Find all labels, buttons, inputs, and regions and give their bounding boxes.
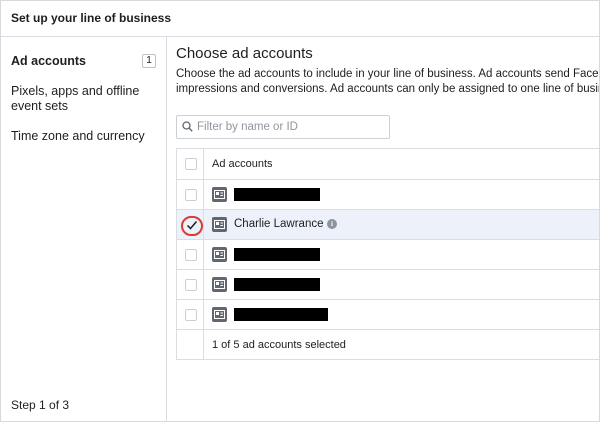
table-row[interactable] xyxy=(177,180,599,210)
sidebar-item-time-zone-currency[interactable]: Time zone and currency xyxy=(11,129,145,144)
step-indicator: Step 1 of 3 xyxy=(11,398,70,412)
account-name: Charlie Lawrance xyxy=(234,218,324,230)
row-checkbox[interactable] xyxy=(185,249,197,261)
sidebar-item-label-line1: Pixels, apps and offline xyxy=(11,84,140,98)
table-header-row: Ad accounts xyxy=(177,149,599,180)
description-line1: Choose the ad accounts to include in you… xyxy=(176,68,600,80)
search-box xyxy=(176,115,390,139)
dialog: Set up your line of business Ad accounts… xyxy=(0,0,600,422)
sidebar-item-label-line2: event sets xyxy=(11,99,68,113)
table-row[interactable] xyxy=(177,300,599,330)
checkmark-icon xyxy=(186,221,198,230)
redacted-account-name xyxy=(234,308,328,321)
redacted-account-name xyxy=(234,248,320,261)
info-icon[interactable]: i xyxy=(327,219,337,229)
ad-account-icon xyxy=(212,217,227,232)
select-all-checkbox[interactable] xyxy=(185,158,197,170)
sidebar-item-ad-accounts[interactable]: Ad accounts xyxy=(11,54,86,69)
search-icon xyxy=(182,121,193,132)
description-line2: impressions and conversions. Ad accounts… xyxy=(176,83,600,95)
selection-count: 1 of 5 ad accounts selected xyxy=(212,339,346,351)
dialog-header: Set up your line of business xyxy=(1,1,599,37)
row-checkbox[interactable] xyxy=(185,189,197,201)
page-title: Choose ad accounts xyxy=(176,45,313,62)
table-row[interactable] xyxy=(177,270,599,300)
table-row-selected[interactable]: Charlie Lawrance i xyxy=(177,210,599,240)
row-checkbox[interactable] xyxy=(185,279,197,291)
search-input[interactable] xyxy=(197,118,385,136)
sidebar: Ad accounts 1 Pixels, apps and offline e… xyxy=(1,37,167,421)
main-panel: Choose ad accounts Choose the ad account… xyxy=(167,37,600,421)
ad-accounts-table: Ad accounts Charlie Lawrance i 1 of 5 ad… xyxy=(176,148,599,360)
ad-account-icon xyxy=(212,277,227,292)
row-checkbox[interactable] xyxy=(185,309,197,321)
ad-account-icon xyxy=(212,307,227,322)
table-footer: 1 of 5 ad accounts selected xyxy=(177,330,599,360)
redacted-account-name xyxy=(234,188,320,201)
column-header-ad-accounts: Ad accounts xyxy=(212,158,273,170)
ad-account-icon xyxy=(212,247,227,262)
sidebar-item-count-badge: 1 xyxy=(142,54,156,68)
page-description: Choose the ad accounts to include in you… xyxy=(176,67,600,97)
redacted-account-name xyxy=(234,278,320,291)
row-checkbox-checked[interactable] xyxy=(181,216,203,236)
ad-account-icon xyxy=(212,187,227,202)
dialog-title: Set up your line of business xyxy=(11,11,172,25)
table-row[interactable] xyxy=(177,240,599,270)
sidebar-item-pixels-apps[interactable]: Pixels, apps and offline event sets xyxy=(11,84,139,114)
